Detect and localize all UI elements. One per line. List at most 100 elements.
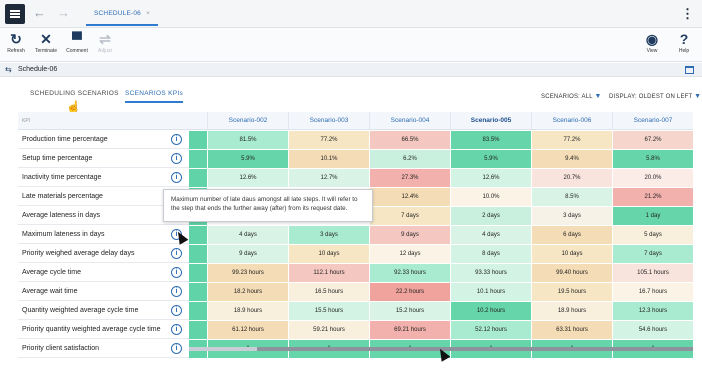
grid-header-row: KPI Scenario-002 Scenario-003 Scenario-004… [18,112,693,130]
hamburger-line [10,16,20,18]
kpi-value-cell: 93.33 hours [450,264,531,282]
chevron-down-icon: ▼ [594,93,602,100]
kpi-label: Production time percentage [22,136,108,143]
kpi-value-cell: 15.2 hours [369,302,450,320]
kpi-value-cell: 12.7% [288,169,369,187]
tab-close-icon[interactable]: × [146,10,150,17]
kpi-row: Average wait time i 18.2 hours 16.5 hours 22… [18,283,693,301]
kpi-label: Quantity weighted average cycle time [22,307,139,314]
kpi-value-cell: 52.12 hours [450,321,531,339]
kpi-value-cell: 81.5% [207,131,288,149]
kpi-value-cell: 27.3% [369,169,450,187]
scenarios-filter-dropdown[interactable]: SCENARIOS: ALL ▼ [541,93,602,100]
kpi-value-cell: 9 days [207,245,288,263]
kpi-value-cell: 9 days [369,226,450,244]
kpi-label: Maximum lateness in days [22,231,105,238]
refresh-button[interactable]: ↻ Refresh [5,30,27,54]
terminate-button[interactable]: ✕ Terminate [33,30,59,54]
kpi-status-strip [189,245,207,263]
adjust-button[interactable]: ⇌ Adjust [94,30,116,54]
scenarios-filter-label: SCENARIOS: ALL [541,94,593,100]
schedule-icon: ⇆ [5,65,12,74]
kpi-value-cell: 69.21 hours [369,321,450,339]
kpi-value-cell: 20.7% [531,169,612,187]
info-icon[interactable]: i [171,324,182,335]
scenario-column-header[interactable]: Scenario-007 [612,112,693,130]
info-icon[interactable]: i [171,267,182,278]
panel-icon[interactable] [685,66,694,74]
toolbar: ↻ Refresh ✕ Terminate ▀ Comment ⇌ Adjust… [0,28,702,62]
scrollbar-thumb[interactable] [257,347,693,351]
kpi-value-cell: 7 days [369,207,450,225]
tab-scenarios-kpis[interactable]: SCENARIOS KPIs [125,90,184,103]
view-label: View [646,48,658,54]
scenario-column-header[interactable]: Scenario-002 [207,112,288,130]
kpi-row: Average cycle time i 99.23 hours 112.1 hour… [18,264,693,282]
kpi-value-cell: 77.2% [531,131,612,149]
hamburger-line [10,10,20,12]
kpi-status-strip [189,283,207,301]
kpi-label: Priority quantity weighted average cycle… [22,326,161,333]
kpi-value-cell: 15.5 hours [288,302,369,320]
kpi-value-cell: 5 days [612,226,693,244]
kpi-status-strip [189,264,207,282]
comment-button[interactable]: ▀ Comment [64,30,90,54]
view-icon: ◉ [645,31,659,47]
more-options-icon[interactable]: ⋮ [681,6,694,22]
kpi-value-cell: 77.2% [288,131,369,149]
tab-schedule-06[interactable]: SCHEDULE-06 × [86,6,158,26]
breadcrumb: ⇆ Schedule-06 [0,63,702,77]
info-icon[interactable]: i [171,286,182,297]
kpi-status-strip [189,302,207,320]
kpi-label: Priority client satisfaction [22,345,100,352]
scenario-column-header[interactable]: Scenario-006 [531,112,612,130]
adjust-icon: ⇌ [99,31,111,47]
info-icon[interactable]: i [171,172,182,183]
kpi-value-cell: 5.8% [612,150,693,168]
help-icon: ? [679,31,689,47]
kpi-value-cell: 99.40 hours [531,264,612,282]
scenario-column-header[interactable]: Scenario-004 [369,112,450,130]
hamburger-menu-button[interactable] [5,4,25,24]
terminate-label: Terminate [35,48,57,54]
kpi-row: Production time percentage i 81.5% 77.2% 66.… [18,131,693,149]
info-icon[interactable]: i [171,343,182,354]
kpi-value-cell: 16.5 hours [288,283,369,301]
info-icon[interactable]: i [171,305,182,316]
kpi-value-cell: 5.9% [450,150,531,168]
kpi-value-cell: 105.1 hours [612,264,693,282]
help-button[interactable]: ? Help [674,30,694,54]
kpi-value-cell: 83.5% [450,131,531,149]
kpi-value-cell: 67.2% [612,131,693,149]
kpi-row: Priority weighed average delay days i 9 da… [18,245,693,263]
kpi-value-cell: 99.23 hours [207,264,288,282]
kpi-label: Priority weighed average delay days [22,250,135,257]
kpi-value-cell: 21.2% [612,188,693,206]
info-icon[interactable]: i [171,248,182,259]
kpi-label: Inactivity time percentage [22,174,102,181]
kpi-value-cell: 92.33 hours [369,264,450,282]
forward-arrow-icon[interactable]: → [57,6,70,20]
kpi-value-cell: 4 days [207,226,288,244]
kpi-row: Maximum lateness in days i 4 days 3 days 9 d… [18,226,693,244]
kpi-value-cell: 10.0% [450,188,531,206]
display-order-dropdown[interactable]: DISPLAY: OLDEST ON LEFT ▼ [609,93,701,100]
back-arrow-icon[interactable]: ← [33,6,46,20]
kpi-value-cell: 66.5% [369,131,450,149]
kpi-status-strip [189,169,207,187]
kpi-value-cell: 18.9 hours [207,302,288,320]
view-button[interactable]: ◉ View [640,30,664,54]
info-icon[interactable]: i [171,153,182,164]
adjust-label: Adjust [98,48,112,54]
kpi-value-cell: 1 day [612,207,693,225]
info-icon[interactable]: i [171,134,182,145]
kpi-status-strip [189,321,207,339]
kpi-label: Average wait time [22,288,78,295]
top-bar: ← → SCHEDULE-06 × ⋮ [0,0,702,28]
kpi-value-cell: 6 days [531,226,612,244]
scenario-column-header[interactable]: Scenario-005 [450,112,531,130]
scenario-column-header[interactable]: Scenario-003 [288,112,369,130]
kpi-status-strip [189,150,207,168]
kpi-value-cell: 5.9% [207,150,288,168]
tab-title: SCHEDULE-06 [94,10,141,17]
